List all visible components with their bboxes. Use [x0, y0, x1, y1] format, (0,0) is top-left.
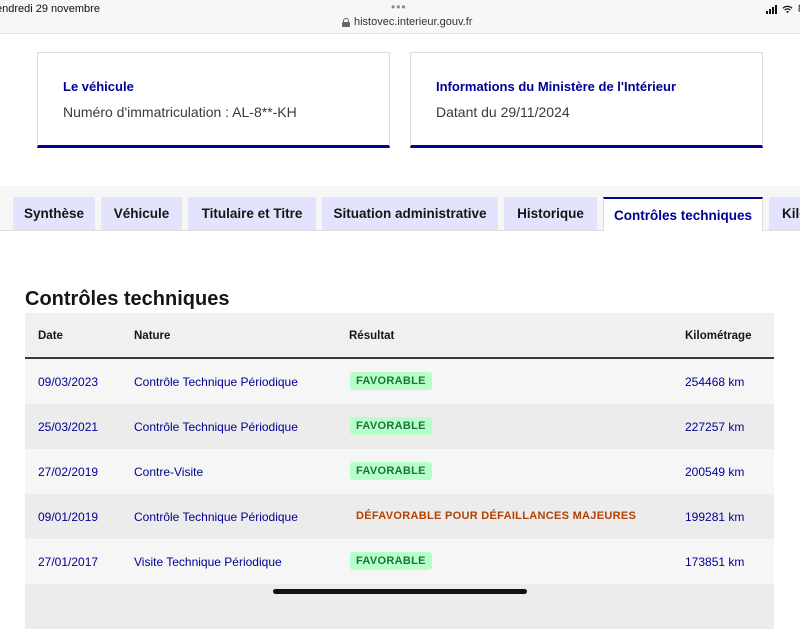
row-nature: Visite Technique Périodique — [134, 555, 282, 569]
row-nature: Contrôle Technique Périodique — [134, 420, 298, 434]
row-date: 27/01/2017 — [38, 555, 99, 569]
status-badge: FAVORABLE — [350, 372, 432, 390]
technical-inspections-table: Date Nature Résultat Kilométrage 09/03/2… — [25, 313, 774, 629]
row-date: 09/01/2019 — [38, 510, 99, 524]
status-badge: FAVORABLE — [350, 462, 432, 480]
status-date: endredi 29 novembre — [0, 3, 100, 15]
registration-number: Numéro d'immatriculation : AL-8**-KH — [63, 104, 297, 120]
signal-icon — [765, 4, 777, 14]
row-nature: Contre-Visite — [134, 465, 204, 479]
status-indicators: 8 — [765, 3, 800, 15]
wifi-icon — [782, 5, 793, 13]
row-nature: Contrôle Technique Périodique — [134, 510, 298, 524]
row-date: 09/03/2023 — [38, 375, 99, 389]
vehicle-card-title: Le véhicule — [63, 79, 134, 94]
table-row: 09/03/2023 Contrôle Technique Périodique… — [25, 359, 774, 404]
tab-titulaire-titre[interactable]: Titulaire et Titre — [188, 197, 316, 230]
status-badge: DÉFAVORABLE POUR DÉFAILLANCES MAJEURES — [350, 507, 643, 525]
address-bar[interactable]: histovec.interieur.gouv.fr — [342, 16, 472, 28]
url-text: histovec.interieur.gouv.fr — [354, 16, 473, 28]
status-bar: endredi 29 novembre ••• histovec.interie… — [0, 0, 800, 34]
table-row: 25/03/2021 Contrôle Technique Périodique… — [25, 404, 774, 449]
column-header-date: Date — [38, 330, 63, 342]
home-indicator[interactable] — [273, 589, 527, 594]
section-title: Contrôles techniques — [25, 288, 230, 310]
row-date: 27/02/2019 — [38, 465, 99, 479]
table-row: 27/01/2017 Visite Technique Périodique F… — [25, 539, 774, 584]
lock-icon — [342, 17, 350, 27]
tab-controles-techniques[interactable]: Contrôles techniques — [603, 197, 763, 231]
row-mileage: 227257 km — [685, 420, 745, 434]
ministry-card-title: Informations du Ministère de l'Intérieur — [436, 79, 677, 94]
row-mileage: 199281 km — [685, 510, 745, 524]
column-header-result: Résultat — [349, 330, 395, 342]
row-mileage: 173851 km — [685, 555, 745, 569]
column-header-mileage: Kilométrage — [685, 330, 752, 342]
tab-vehicule[interactable]: Véhicule — [101, 197, 182, 230]
tab-historique[interactable]: Historique — [504, 197, 597, 230]
row-mileage: 254468 km — [685, 375, 745, 389]
report-date: Datant du 29/11/2024 — [436, 104, 570, 120]
row-nature: Contrôle Technique Périodique — [134, 375, 298, 389]
ministry-info-card: Informations du Ministère de l'Intérieur… — [410, 52, 763, 148]
status-badge: FAVORABLE — [350, 552, 432, 570]
row-date: 25/03/2021 — [38, 420, 99, 434]
tab-kilometrage[interactable]: Kilo — [769, 197, 800, 230]
more-dots-icon[interactable]: ••• — [391, 0, 407, 14]
column-header-nature: Nature — [134, 330, 171, 342]
table-row: 27/02/2019 Contre-Visite FAVORABLE 20054… — [25, 449, 774, 494]
status-badge: FAVORABLE — [350, 417, 432, 435]
tab-situation-administrative[interactable]: Situation administrative — [322, 197, 498, 230]
row-mileage: 200549 km — [685, 465, 745, 479]
table-header: Date Nature Résultat Kilométrage — [25, 313, 774, 359]
table-row: 09/01/2019 Contrôle Technique Périodique… — [25, 494, 774, 539]
tab-synthese[interactable]: Synthèse — [13, 197, 95, 230]
vehicle-card: Le véhicule Numéro d'immatriculation : A… — [37, 52, 390, 148]
